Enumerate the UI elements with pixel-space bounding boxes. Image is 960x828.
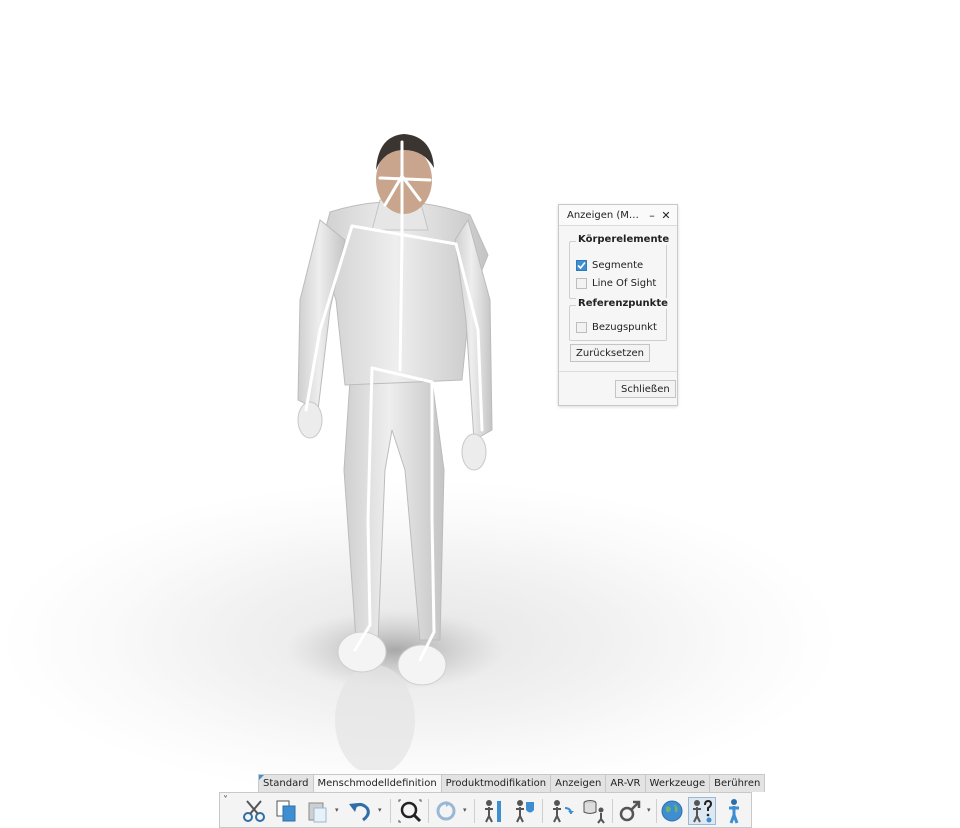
right-shoe bbox=[397, 644, 447, 686]
reset-button[interactable]: Zurücksetzen bbox=[570, 344, 650, 362]
checkbox-row-segmente[interactable]: Segmente bbox=[576, 260, 643, 271]
dialog-titlebar[interactable]: Anzeigen (Men... – ✕ bbox=[559, 205, 677, 226]
close-icon[interactable]: ✕ bbox=[659, 208, 673, 222]
checkbox-row-line-of-sight[interactable]: Line Of Sight bbox=[576, 278, 656, 289]
3d-viewport[interactable] bbox=[0, 0, 960, 770]
group-referenzpunkte: Referenzpunkte Bezugspunkt bbox=[569, 298, 670, 341]
toolbar-separator bbox=[390, 799, 391, 823]
checkbox-label-bezugspunkt: Bezugspunkt bbox=[592, 322, 657, 333]
ribbon-tabs: Standard Menschmodelldefinition Produktm… bbox=[258, 774, 766, 792]
globe-icon[interactable] bbox=[658, 797, 686, 825]
tab-menschmodelldefinition[interactable]: Menschmodelldefinition bbox=[312, 774, 442, 792]
manikin-standing-icon[interactable] bbox=[720, 797, 748, 825]
zoom-fit-icon[interactable] bbox=[396, 797, 424, 825]
checkbox-row-bezugspunkt[interactable]: Bezugspunkt bbox=[576, 322, 657, 333]
dialog-divider bbox=[559, 371, 677, 372]
dialog-title: Anzeigen (Men... bbox=[567, 209, 645, 221]
refresh-dropdown-icon[interactable]: ▾ bbox=[463, 806, 467, 814]
cut-icon[interactable] bbox=[240, 797, 268, 825]
tab-anzeigen[interactable]: Anzeigen bbox=[550, 774, 607, 792]
tab-label: Standard bbox=[263, 778, 309, 789]
group-legend-referenzpunkte: Referenzpunkte bbox=[576, 298, 670, 309]
manikin-update-icon[interactable] bbox=[548, 797, 576, 825]
group-legend-koerperelemente: Körperelemente bbox=[576, 234, 672, 245]
checkbox-label-line-of-sight: Line Of Sight bbox=[592, 278, 657, 289]
refresh-icon[interactable] bbox=[432, 797, 460, 825]
gender-icon[interactable] bbox=[616, 797, 644, 825]
checkbox-line-of-sight[interactable] bbox=[576, 278, 587, 289]
checkbox-label-segmente: Segmente bbox=[592, 260, 644, 271]
toolbar-separator bbox=[612, 799, 613, 823]
minimize-icon[interactable]: – bbox=[645, 208, 659, 222]
undo-icon[interactable] bbox=[346, 797, 374, 825]
right-hand bbox=[461, 433, 487, 471]
tab-produktmodifikation[interactable]: Produktmodifikation bbox=[440, 774, 552, 792]
tab-ar-vr[interactable]: AR-VR bbox=[605, 774, 646, 792]
checkbox-segmente[interactable] bbox=[576, 260, 587, 271]
close-button[interactable]: Schließen bbox=[615, 380, 676, 398]
manikin-help-icon[interactable] bbox=[688, 797, 716, 825]
corner-marker-icon bbox=[259, 775, 264, 780]
floor-reflection bbox=[335, 665, 415, 770]
toolbar-separator bbox=[428, 799, 429, 823]
toolbar-separator bbox=[474, 799, 475, 823]
paste-icon[interactable] bbox=[304, 797, 332, 825]
manikin-measure-icon[interactable] bbox=[478, 797, 506, 825]
tab-standard[interactable]: Standard bbox=[258, 774, 314, 792]
database-manikin-icon[interactable] bbox=[580, 797, 608, 825]
human-manikin[interactable] bbox=[0, 0, 960, 770]
collapse-ribbon-icon[interactable]: ˅ bbox=[223, 795, 228, 806]
tab-beruehren[interactable]: Berühren bbox=[709, 774, 766, 792]
manikin-shield-icon[interactable] bbox=[510, 797, 538, 825]
undo-dropdown-icon[interactable]: ▾ bbox=[378, 806, 382, 814]
tab-werkzeuge[interactable]: Werkzeuge bbox=[644, 774, 711, 792]
gender-dropdown-icon[interactable]: ▾ bbox=[647, 806, 651, 814]
ribbon-toolbar: ˅ ▾ ▾ ▾ ▾ bbox=[219, 792, 752, 828]
toolbar-separator bbox=[542, 799, 543, 823]
left-hand bbox=[297, 401, 323, 439]
copy-icon[interactable] bbox=[272, 797, 300, 825]
checkmark-icon bbox=[577, 261, 586, 270]
checkbox-bezugspunkt[interactable] bbox=[576, 322, 587, 333]
display-dialog: Anzeigen (Men... – ✕ Körperelemente Segm… bbox=[558, 204, 678, 406]
toolbar-separator bbox=[656, 799, 657, 823]
paste-dropdown-icon[interactable]: ▾ bbox=[335, 806, 339, 814]
group-koerperelemente: Körperelemente Segmente Line Of Sight bbox=[569, 234, 672, 299]
